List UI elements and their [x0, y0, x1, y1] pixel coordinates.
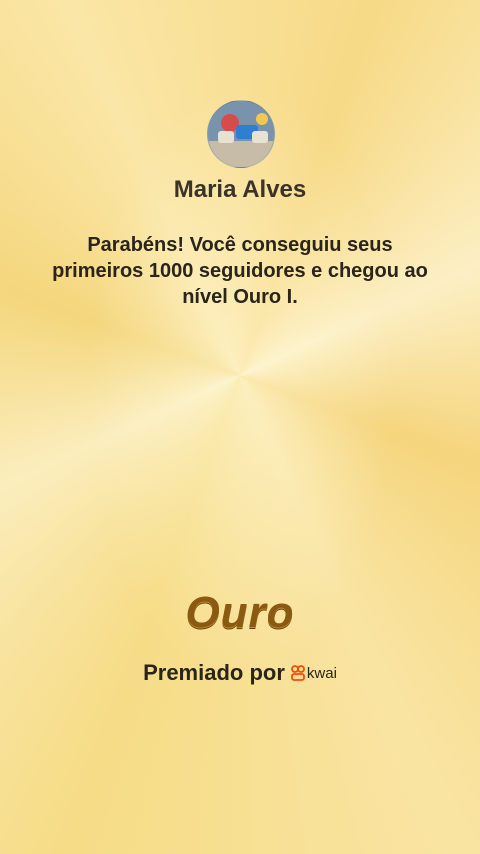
- kwai-icon: [290, 665, 305, 681]
- level-badge: Ouro: [185, 588, 295, 637]
- kwai-logo: kwai: [290, 664, 337, 682]
- awarded-by-label: Premiado por: [143, 660, 285, 685]
- awarded-by: Premiado por kwai: [0, 660, 480, 686]
- kwai-wordmark: kwai: [306, 664, 337, 682]
- username: Maria Alves: [173, 176, 307, 203]
- avatar[interactable]: [207, 100, 275, 168]
- achievement-message: Parabéns! Você conseguiu seus primeiros …: [52, 234, 428, 308]
- achievement-card: Maria Alves Parabéns! Você conseguiu seu…: [0, 0, 480, 854]
- avatar-image: [208, 101, 274, 167]
